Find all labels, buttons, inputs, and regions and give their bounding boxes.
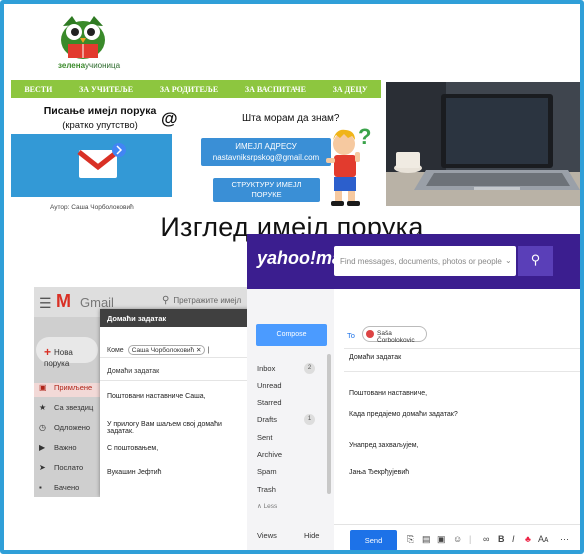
compose-body-line: С поштовањем, [107, 445, 159, 452]
folder-spam[interactable]: Spam [257, 467, 277, 476]
compose-to-label: Коме [107, 347, 124, 354]
gmail-banner [11, 134, 172, 197]
trash-icon: ▪ [39, 483, 42, 492]
gmail-search-placeholder: Претражите имејл [173, 296, 242, 305]
folder-archive[interactable]: Archive [257, 450, 282, 459]
yahoo-screenshot: yahoo!mail Find messages, documents, pho… [247, 234, 580, 550]
compose-to-field[interactable]: Коме Саша Чорболоковић ✕ | [100, 340, 250, 358]
gmail-compose-window: Домаћи задатак Коме Саша Чорболоковић ✕ |… [100, 309, 250, 497]
message-body-line: Када предајемо домаћи задатак? [349, 411, 458, 418]
sidebar-scrollbar[interactable] [327, 354, 331, 494]
hide-views-link[interactable]: Hide [304, 531, 319, 540]
at-sign: @ [161, 109, 178, 128]
message-body-line: Јања Ђекрђујевић [349, 469, 410, 476]
important-icon: ▶ [39, 443, 46, 452]
send-icon: ➤ [39, 463, 46, 472]
toolbar-divider: | [469, 534, 472, 544]
guide-title: Писање имејл порука [43, 105, 157, 117]
sidebar-item-starred[interactable]: ★ Са звездиц [34, 403, 100, 417]
menu-icon[interactable]: ☰ [39, 295, 52, 312]
search-icon: ⚲ [162, 295, 170, 306]
email-address-button-label: ИМЕЈЛ АДРЕСУ [235, 142, 297, 151]
author-credit: Аутор: Саша Чорболоковић [50, 204, 134, 211]
folder-inbox[interactable]: Inbox [257, 364, 275, 373]
email-structure-line2: ПОРУКЕ [251, 190, 282, 199]
plus-icon: + [44, 345, 52, 359]
attach-icon[interactable]: ⎘ [407, 534, 414, 545]
folder-unread[interactable]: Unread [257, 381, 282, 390]
sidebar-item-snoozed[interactable]: ◷ Одложено [34, 423, 100, 437]
link-icon[interactable]: ∞ [483, 534, 489, 544]
recipient-chip[interactable]: Saša Čorbolokovic [362, 326, 427, 344]
page-frame: зеленаучионица ВЕСТИ ЗА УЧИТЕЉЕ ЗА РОДИТ… [0, 0, 584, 554]
compose-body-line: У прилогу Вам шаљем свој домаћи задатак. [107, 421, 222, 435]
svg-text:?: ? [358, 124, 371, 149]
folders-less-toggle[interactable]: ∧ Less [257, 502, 277, 510]
more-options-icon[interactable]: ⋯ [560, 534, 569, 545]
guide-subtitle: (кратко упутство) [62, 120, 138, 131]
sticker-icon[interactable]: ▣ [437, 534, 446, 545]
gmail-envelope-icon [77, 143, 126, 178]
send-button[interactable]: Send [350, 530, 397, 550]
gmail-logo-icon: M [56, 291, 71, 311]
emoji-icon[interactable]: ☺ [453, 534, 462, 544]
folder-sent[interactable]: Sent [257, 433, 272, 442]
compose-button[interactable]: Compose [256, 324, 327, 346]
email-structure-line1: СТРУКТУРУ ИМЕЈЛ [231, 180, 302, 189]
chevron-down-icon[interactable]: ⌄ [505, 256, 512, 265]
divider [344, 348, 580, 349]
views-label: Views [257, 531, 277, 540]
sidebar-item-sent[interactable]: ➤ Послато [34, 463, 100, 477]
nav-item-kids[interactable]: ЗА ДЕЦУ [333, 85, 368, 94]
email-address-button[interactable]: ИМЕЈЛ АДРЕСУ nastavniksrpskog@gmail.com [201, 138, 331, 166]
yahoo-search-input[interactable]: Find messages, documents, photos or peop… [334, 246, 516, 276]
nav-item-parents[interactable]: ЗА РОДИТЕЉЕ [160, 85, 218, 94]
new-message-button[interactable]: + Нова порука [36, 337, 98, 368]
to-label: To [347, 331, 355, 340]
font-size-icon[interactable]: Aᴀ [538, 534, 548, 544]
recipient-chip[interactable]: Саша Чорболоковић ✕ [127, 345, 206, 355]
close-icon[interactable]: ✕ [196, 347, 201, 354]
message-body-line: Поштовани наставниче, [349, 390, 428, 397]
clock-icon: ◷ [39, 423, 46, 432]
folder-trash[interactable]: Trash [257, 485, 276, 494]
inbox-icon: ▣ [39, 383, 47, 392]
sidebar-item-important[interactable]: ▶ Важно [34, 443, 100, 457]
nav-item-educators[interactable]: ЗА ВАСПИТАЧЕ [245, 85, 306, 94]
nav-item-news[interactable]: ВЕСТИ [24, 85, 52, 94]
search-icon[interactable]: ⚲ [518, 246, 553, 276]
email-structure-button[interactable]: СТРУКТУРУ ИМЕЈЛ ПОРУКЕ [213, 178, 320, 202]
subject-field[interactable]: Домаћи задатак [349, 354, 401, 361]
sidebar-item-trash[interactable]: ▪ Бачено [34, 483, 100, 497]
compose-body-line: Вукашин Јефтић [107, 469, 162, 476]
drafts-count-badge: 1 [304, 414, 315, 425]
folder-starred[interactable]: Starred [257, 398, 282, 407]
color-icon[interactable]: ♣ [525, 534, 531, 544]
folder-drafts[interactable]: Drafts [257, 415, 277, 424]
laptop-photo [386, 82, 580, 206]
gif-icon[interactable]: ▤ [422, 534, 431, 545]
sidebar-item-inbox[interactable]: ▣ Примљене [34, 383, 100, 397]
compose-body-line: Поштовани наставниче Саша, [107, 393, 206, 400]
site-nav-bar: ВЕСТИ ЗА УЧИТЕЉЕ ЗА РОДИТЕЉЕ ЗА ВАСПИТАЧ… [11, 80, 381, 98]
italic-icon[interactable]: I [512, 534, 515, 544]
nav-item-teachers[interactable]: ЗА УЧИТЕЉЕ [79, 85, 133, 94]
site-logo-text: зеленаучионица [58, 61, 121, 70]
compose-subject-field[interactable]: Домаћи задатак [100, 363, 250, 381]
divider [344, 371, 580, 372]
laptop-illustration-icon [386, 82, 580, 206]
bold-icon[interactable]: B [498, 534, 505, 544]
gmail-logo-word: Gmail [80, 295, 114, 310]
owl-logo-icon [61, 16, 105, 59]
thinking-boy-icon: ? [326, 124, 371, 206]
compose-header-title: Домаћи задатак [100, 309, 250, 327]
message-body-line: Унапред захваљујем, [349, 442, 419, 449]
inbox-count-badge: 2 [304, 363, 315, 374]
gmail-screenshot: ☰ M Gmail ⚲ Претражите имејл + Нова порука… [34, 287, 250, 497]
email-address-value: nastavniksrpskog@gmail.com [212, 153, 320, 162]
gmail-search[interactable]: ⚲ Претражите имејл [162, 295, 241, 306]
star-icon: ★ [39, 403, 47, 412]
